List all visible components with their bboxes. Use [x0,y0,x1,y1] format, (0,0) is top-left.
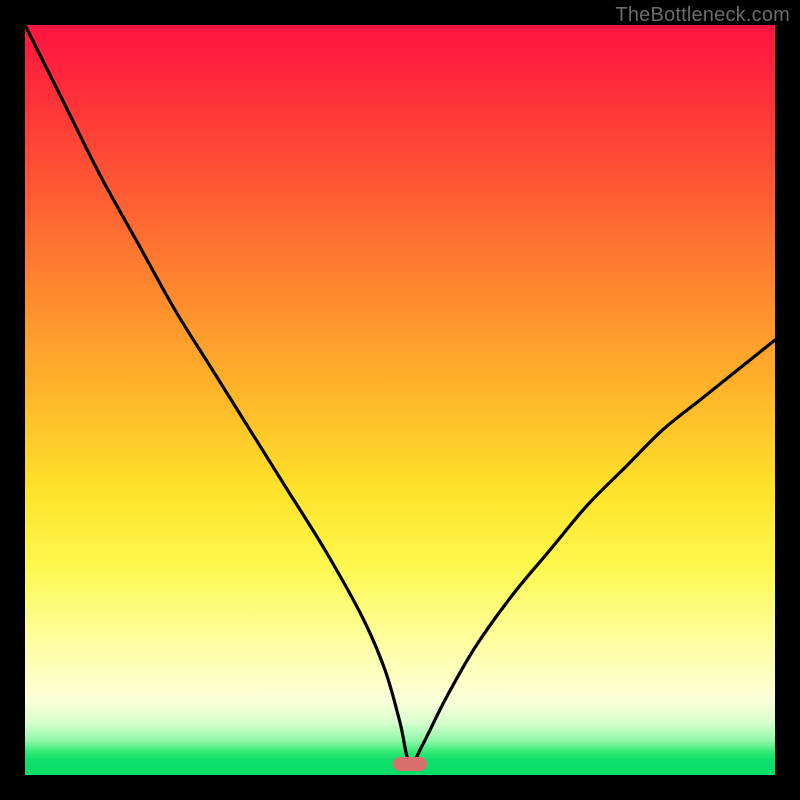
bottleneck-curve [25,25,775,775]
chart-frame: TheBottleneck.com [0,0,800,800]
optimal-marker [393,757,427,771]
plot-area [25,25,775,775]
watermark-text: TheBottleneck.com [615,4,790,27]
